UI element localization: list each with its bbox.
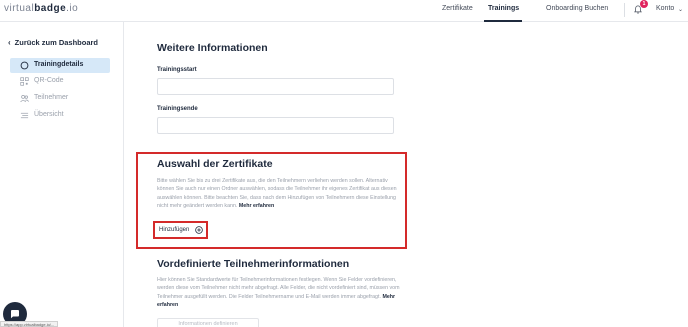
back-to-dashboard-link[interactable]: ‹ Zurück zum Dashboard bbox=[8, 38, 98, 47]
logo[interactable]: virtualbadge.io bbox=[4, 3, 78, 14]
list-icon bbox=[20, 112, 29, 119]
nav-zertifikate[interactable]: Zertifikate bbox=[442, 5, 473, 12]
nav-trainings[interactable]: Trainings bbox=[488, 5, 519, 12]
sidebar-item-label: Trainingdetails bbox=[34, 61, 84, 68]
plus-circle-icon bbox=[195, 226, 203, 234]
further-info-heading: Weitere Informationen bbox=[157, 42, 268, 54]
top-navigation-bar: virtualbadge.io Zertifikate Trainings On… bbox=[0, 0, 688, 22]
status-bar-url: https://app.virtualbadge.io/... bbox=[0, 321, 59, 327]
sidebar-item-uebersicht[interactable]: Übersicht bbox=[10, 108, 110, 123]
sidebar-item-trainingdetails[interactable]: Trainingdetails bbox=[10, 58, 110, 73]
sidebar-item-qr-code[interactable]: QR-Code bbox=[10, 74, 110, 89]
circle-icon bbox=[20, 61, 29, 70]
training-end-label: Trainingsende bbox=[157, 106, 198, 112]
qr-code-icon bbox=[20, 77, 29, 86]
chat-bubble-icon bbox=[11, 310, 19, 319]
add-certificate-button[interactable]: Hinzufügen bbox=[157, 224, 204, 236]
training-start-label: Trainingsstart bbox=[157, 67, 197, 73]
nav-onboarding-buchen[interactable]: Onboarding Buchen bbox=[546, 5, 608, 12]
chevron-left-icon: ‹ bbox=[8, 38, 11, 47]
sidebar-item-teilnehmer[interactable]: Teilnehmer bbox=[10, 91, 110, 106]
certificates-description: Bitte wählen Sie bis zu drei Zertifikate… bbox=[157, 178, 397, 209]
sidebar-item-label: Übersicht bbox=[34, 111, 64, 118]
notification-badge: 1 bbox=[640, 0, 648, 8]
certificates-heading: Auswahl der Zertifikate bbox=[157, 158, 273, 170]
predefined-info-heading: Vordefinierte Teilnehmerinformationen bbox=[157, 258, 350, 270]
account-menu[interactable]: Konto bbox=[656, 5, 674, 12]
define-information-button[interactable]: Informationen definieren bbox=[157, 318, 259, 327]
learn-more-link[interactable]: Mehr erfahren bbox=[239, 203, 274, 209]
sidebar: ‹ Zurück zum Dashboard Trainingdetails QR… bbox=[0, 22, 124, 327]
nav-divider bbox=[624, 3, 625, 17]
users-icon bbox=[20, 94, 29, 103]
active-nav-indicator bbox=[484, 20, 522, 22]
sidebar-item-label: Teilnehmer bbox=[34, 94, 69, 101]
chevron-down-icon[interactable]: ⌄ bbox=[678, 6, 683, 13]
highlight-box-add-button: Hinzufügen bbox=[153, 221, 208, 239]
training-end-input[interactable] bbox=[157, 117, 394, 134]
predefined-info-description: Hier können Sie Standardwerte für Teilne… bbox=[157, 277, 400, 308]
sidebar-item-label: QR-Code bbox=[34, 77, 64, 84]
training-start-input[interactable] bbox=[157, 78, 394, 95]
